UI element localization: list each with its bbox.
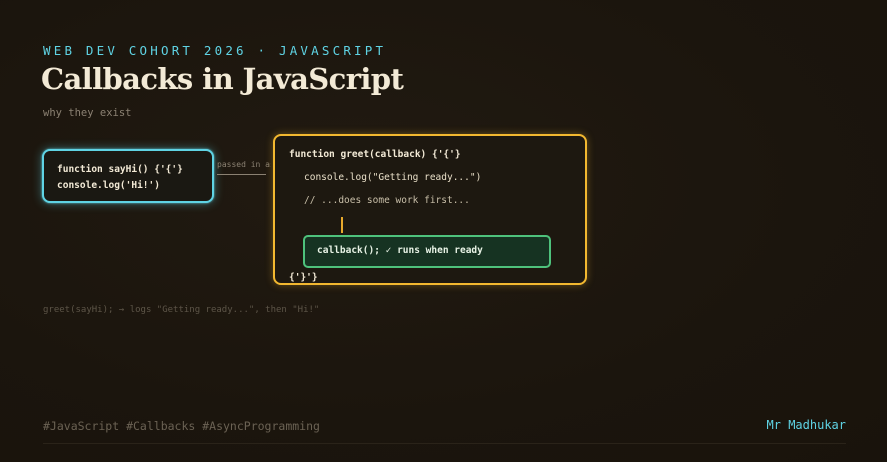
slide: WEB DEV COHORT 2026 · JAVASCRIPT Callbac… — [0, 0, 887, 462]
wait-indicator — [341, 217, 343, 233]
result-note: greet(sayHi); → logs "Getting ready...",… — [43, 305, 320, 315]
greet-closing-brace: {'}'} — [289, 272, 318, 283]
greet-signature: function greet(callback) {'{'} — [289, 149, 461, 160]
page-title: Callbacks in JavaScript — [41, 62, 404, 96]
sayhi-line-2: console.log('Hi!') — [57, 180, 160, 191]
hashtags: #JavaScript #Callbacks #AsyncProgramming — [43, 419, 320, 433]
connector-line — [217, 174, 266, 175]
page-subtitle: why they exist — [43, 107, 132, 119]
greet-comment-line: // ...does some work first... — [304, 195, 470, 206]
sayhi-function-card: function sayHi() {'{'} console.log('Hi!'… — [42, 149, 214, 203]
author-name: Mr Madhukar — [766, 418, 846, 432]
footer-divider — [43, 443, 846, 444]
callback-call-box: callback(); ✓ runs when ready — [303, 235, 551, 268]
connector-label: passed in as — [217, 160, 271, 169]
eyebrow-label: WEB DEV COHORT 2026 · JAVASCRIPT — [43, 43, 387, 58]
callback-call-text: callback(); ✓ runs when ready — [317, 245, 483, 256]
sayhi-line-1: function sayHi() {'{'} — [57, 164, 183, 175]
greet-function-card: function greet(callback) {'{'} console.l… — [273, 134, 587, 285]
greet-log-line: console.log("Getting ready...") — [304, 172, 482, 183]
